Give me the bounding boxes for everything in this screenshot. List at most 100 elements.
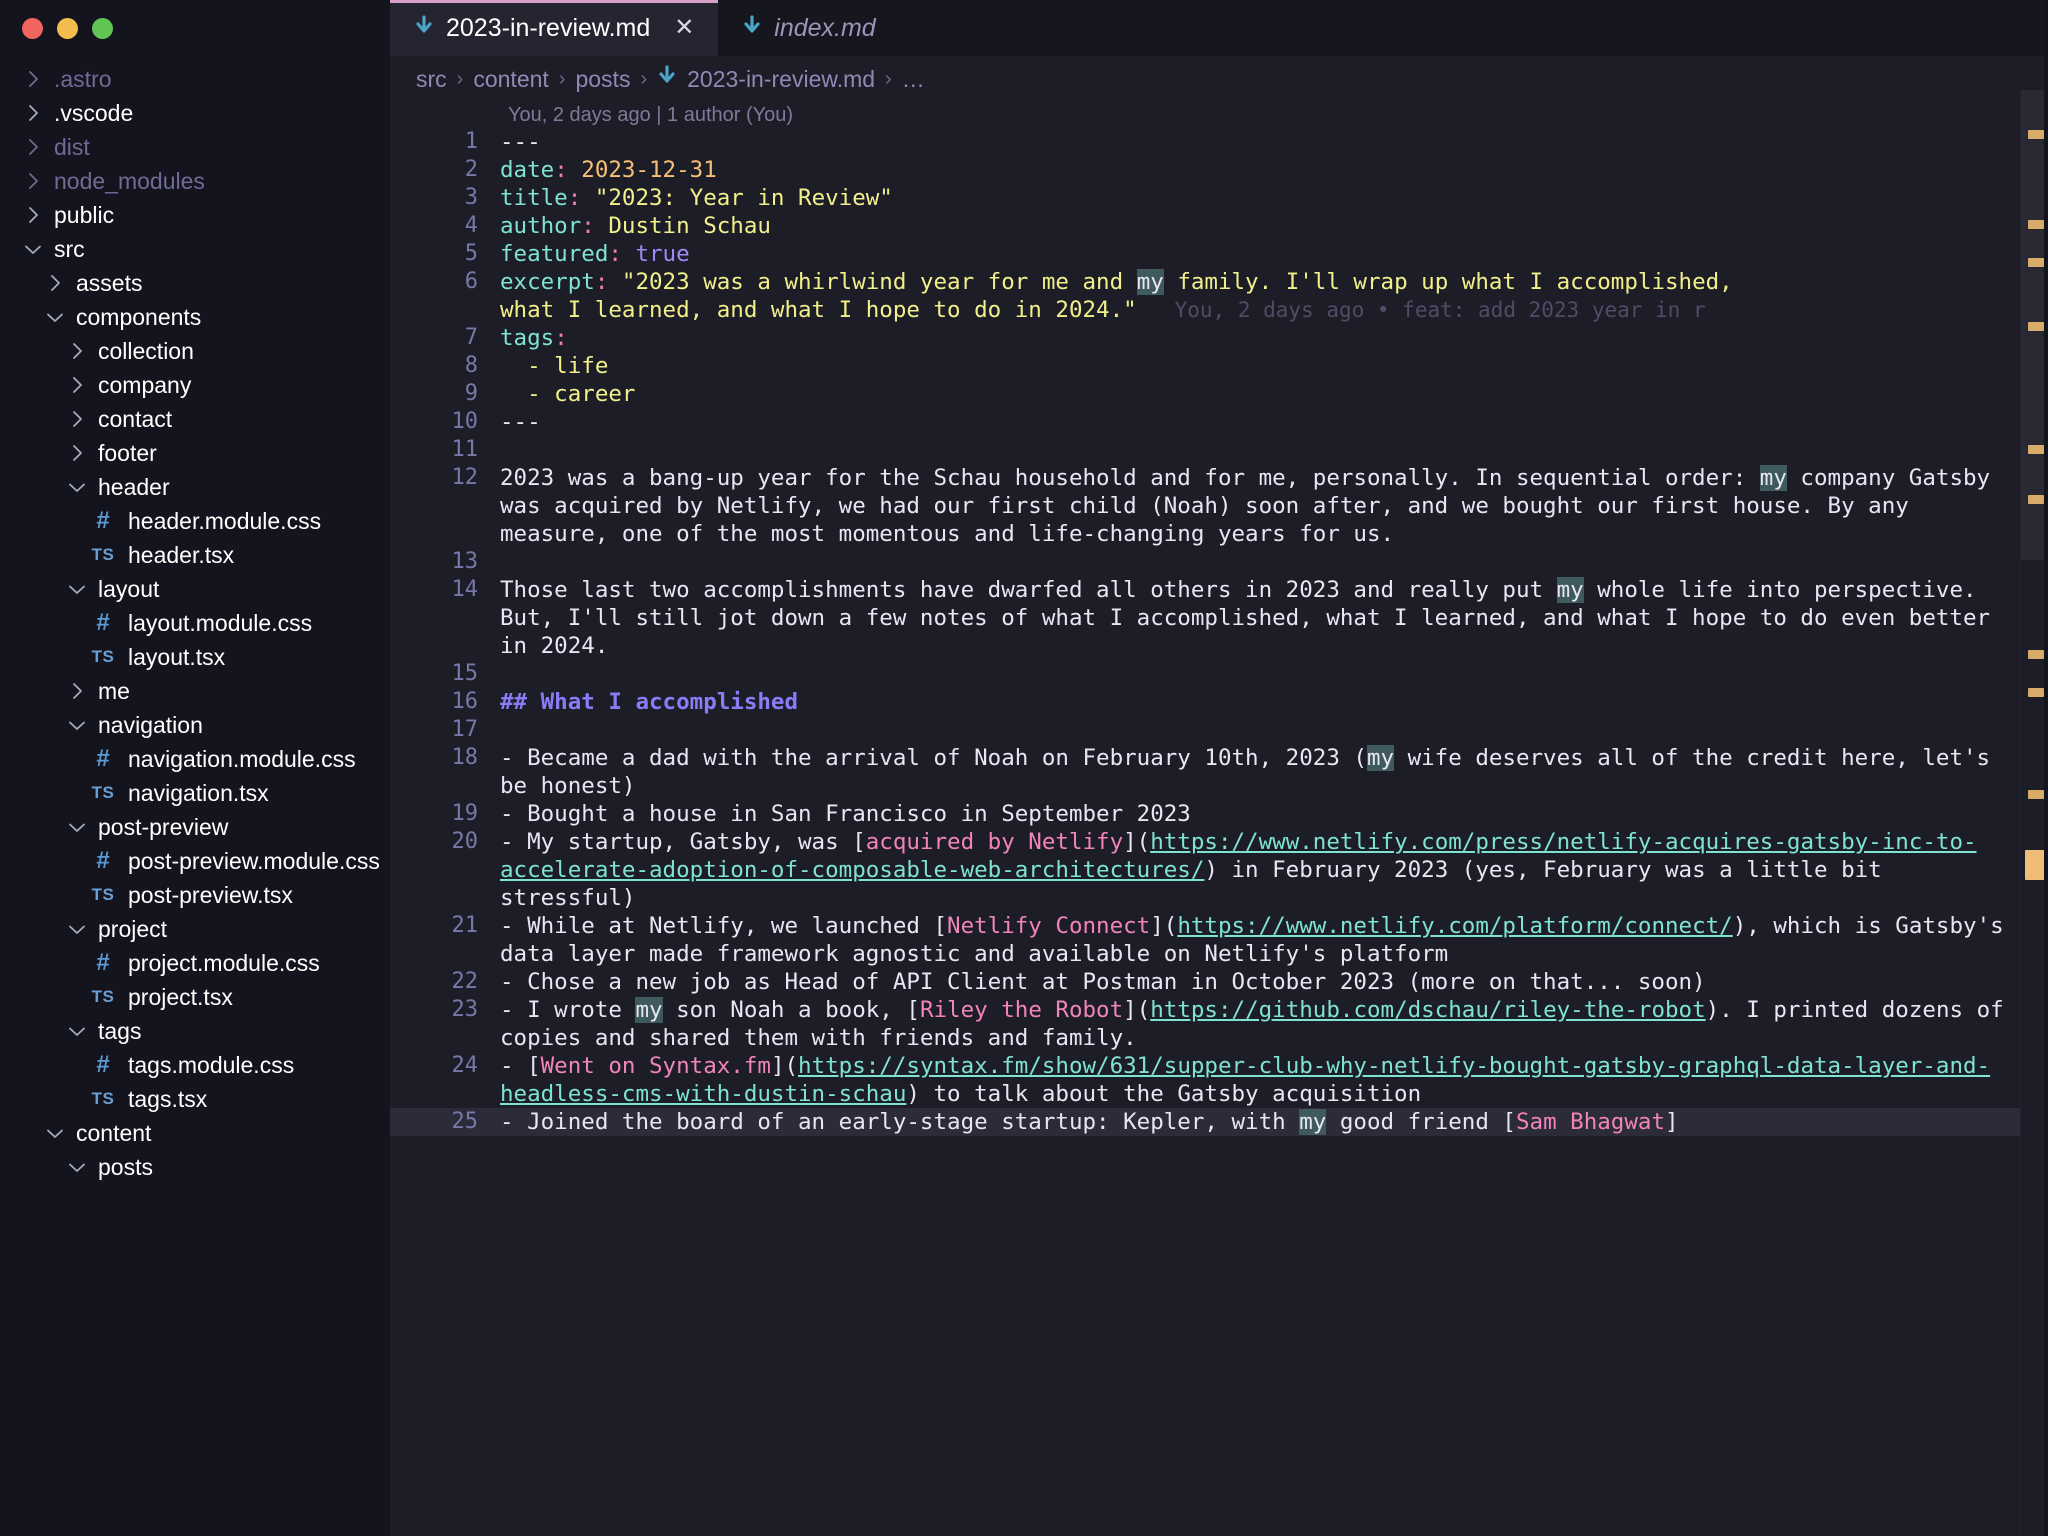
editor-tab-index-md[interactable]: index.md: [718, 0, 898, 56]
chevron-right-icon[interactable]: [20, 137, 46, 157]
line-content: 2023 was a bang-up year for the Schau ho…: [500, 465, 2004, 547]
chevron-down-icon[interactable]: [42, 311, 68, 324]
folder-item--astro[interactable]: .astro: [0, 62, 390, 96]
folder-item-content[interactable]: content: [0, 1116, 390, 1150]
file-item-post-preview-tsx[interactable]: TS post-preview.tsx: [0, 878, 390, 912]
folder-item-assets[interactable]: assets: [0, 266, 390, 300]
code-line[interactable]: 16 ## What I accomplished: [390, 688, 2048, 716]
file-item-layout-module-css[interactable]: # layout.module.css: [0, 606, 390, 640]
code-line[interactable]: 24 - [Went on Syntax.fm](https://syntax.f…: [390, 1052, 2048, 1108]
code-line[interactable]: 2 date: 2023-12-31: [390, 156, 2048, 184]
folder-item-dist[interactable]: dist: [0, 130, 390, 164]
minimize-window-button[interactable]: [57, 17, 78, 39]
chevron-down-icon[interactable]: [64, 481, 90, 494]
file-item-header-module-css[interactable]: # header.module.css: [0, 504, 390, 538]
code-line[interactable]: 8 - life: [390, 352, 2048, 380]
chevron-right-icon[interactable]: [64, 681, 90, 701]
code-line[interactable]: 22 - Chose a new job as Head of API Clien…: [390, 968, 2048, 996]
code-line[interactable]: 23 - I wrote my son Noah a book, [Riley t…: [390, 996, 2048, 1052]
code-line[interactable]: 9 - career: [390, 380, 2048, 408]
folder-item-me[interactable]: me: [0, 674, 390, 708]
code-editor[interactable]: You, 2 days ago | 1 author (You) 1 --- 2 da…: [390, 102, 2048, 1536]
file-item-header-tsx[interactable]: TS header.tsx: [0, 538, 390, 572]
url-link[interactable]: https://www.netlify.com/platform/connect…: [1177, 913, 1732, 939]
folder-item-components[interactable]: components: [0, 300, 390, 334]
folder-item-tags[interactable]: tags: [0, 1014, 390, 1048]
chevron-down-icon[interactable]: [42, 1127, 68, 1140]
chevron-down-icon[interactable]: [64, 821, 90, 834]
file-item-navigation-module-css[interactable]: # navigation.module.css: [0, 742, 390, 776]
typescript-file-icon: TS: [91, 545, 115, 564]
chevron-right-icon[interactable]: [64, 375, 90, 395]
zoom-window-button[interactable]: [92, 17, 113, 39]
folder-item-collection[interactable]: collection: [0, 334, 390, 368]
code-line[interactable]: 6 excerpt: "2023 was a whirlwind year for…: [390, 268, 2048, 324]
file-item-project-module-css[interactable]: # project.module.css: [0, 946, 390, 980]
folder-item-layout[interactable]: layout: [0, 572, 390, 606]
code-line[interactable]: 1 ---: [390, 128, 2048, 156]
editor-tab-2023-in-review-md[interactable]: 2023-in-review.md ✕: [390, 0, 719, 56]
breadcrumb-file[interactable]: 2023-in-review.md: [687, 66, 875, 93]
code-line[interactable]: 4 author: Dustin Schau: [390, 212, 2048, 240]
chevron-down-icon[interactable]: [64, 1161, 90, 1174]
folder-item-node-modules[interactable]: node_modules: [0, 164, 390, 198]
chevron-right-icon[interactable]: [20, 171, 46, 191]
file-item-layout-tsx[interactable]: TS layout.tsx: [0, 640, 390, 674]
folder-item-contact[interactable]: contact: [0, 402, 390, 436]
chevron-down-icon[interactable]: [64, 923, 90, 936]
folder-item-project[interactable]: project: [0, 912, 390, 946]
chevron-right-icon[interactable]: [64, 409, 90, 429]
breadcrumb-segment[interactable]: content: [473, 66, 548, 93]
line-number: 18: [451, 745, 479, 770]
file-item-navigation-tsx[interactable]: TS navigation.tsx: [0, 776, 390, 810]
chevron-right-icon[interactable]: [20, 205, 46, 225]
file-item-tags-tsx[interactable]: TS tags.tsx: [0, 1082, 390, 1116]
close-tab-button[interactable]: ✕: [672, 16, 696, 40]
folder-item-src[interactable]: src: [0, 232, 390, 266]
chevron-right-icon[interactable]: [64, 443, 90, 463]
code-line[interactable]: 25 - Joined the board of an early-stage s…: [390, 1108, 2048, 1136]
close-window-button[interactable]: [22, 17, 43, 39]
code-line[interactable]: 20 - My startup, Gatsby, was [acquired by…: [390, 828, 2048, 912]
chevron-down-icon[interactable]: [64, 583, 90, 596]
tree-item-label: .vscode: [54, 100, 134, 126]
code-line[interactable]: 3 title: "2023: Year in Review": [390, 184, 2048, 212]
breadcrumb-segment[interactable]: posts: [575, 66, 630, 93]
code-line[interactable]: 13: [390, 548, 2048, 576]
breadcrumb-segment[interactable]: src: [416, 66, 447, 93]
code-line[interactable]: 19 - Bought a house in San Francisco in S…: [390, 800, 2048, 828]
url-link[interactable]: https://www.netlify.com/press/netlify-ac…: [500, 829, 1977, 883]
folder-item--vscode[interactable]: .vscode: [0, 96, 390, 130]
chevron-right-icon[interactable]: [42, 273, 68, 293]
chevron-down-icon[interactable]: [64, 719, 90, 732]
chevron-right-icon[interactable]: [64, 341, 90, 361]
file-item-post-preview-module-css[interactable]: # post-preview.module.css: [0, 844, 390, 878]
folder-item-company[interactable]: company: [0, 368, 390, 402]
code-line[interactable]: 11: [390, 436, 2048, 464]
folder-item-public[interactable]: public: [0, 198, 390, 232]
chevron-down-icon[interactable]: [64, 1025, 90, 1038]
code-line[interactable]: 17: [390, 716, 2048, 744]
folder-item-posts[interactable]: posts: [0, 1150, 390, 1184]
code-line[interactable]: 10 ---: [390, 408, 2048, 436]
code-line[interactable]: 18 - Became a dad with the arrival of Noa…: [390, 744, 2048, 800]
code-line[interactable]: 15: [390, 660, 2048, 688]
file-item-project-tsx[interactable]: TS project.tsx: [0, 980, 390, 1014]
folder-item-post-preview[interactable]: post-preview: [0, 810, 390, 844]
folder-item-footer[interactable]: footer: [0, 436, 390, 470]
breadcrumb-overflow[interactable]: …: [902, 66, 925, 93]
code-line[interactable]: 5 featured: true: [390, 240, 2048, 268]
code-line[interactable]: 21 - While at Netlify, we launched [Netli…: [390, 912, 2048, 968]
folder-item-navigation[interactable]: navigation: [0, 708, 390, 742]
line-content: author: Dustin Schau: [500, 213, 771, 239]
url-link[interactable]: https://github.com/dschau/riley-the-robo…: [1150, 997, 1705, 1023]
file-explorer-sidebar: .astro .vscode dist node_modules public src as…: [0, 0, 390, 1536]
chevron-right-icon[interactable]: [20, 103, 46, 123]
code-line[interactable]: 14 Those last two accomplishments have dw…: [390, 576, 2048, 660]
folder-item-header[interactable]: header: [0, 470, 390, 504]
code-line[interactable]: 12 2023 was a bang-up year for the Schau …: [390, 464, 2048, 548]
code-line[interactable]: 7 tags:: [390, 324, 2048, 352]
chevron-down-icon[interactable]: [20, 243, 46, 256]
chevron-right-icon[interactable]: [20, 69, 46, 89]
file-item-tags-module-css[interactable]: # tags.module.css: [0, 1048, 390, 1082]
